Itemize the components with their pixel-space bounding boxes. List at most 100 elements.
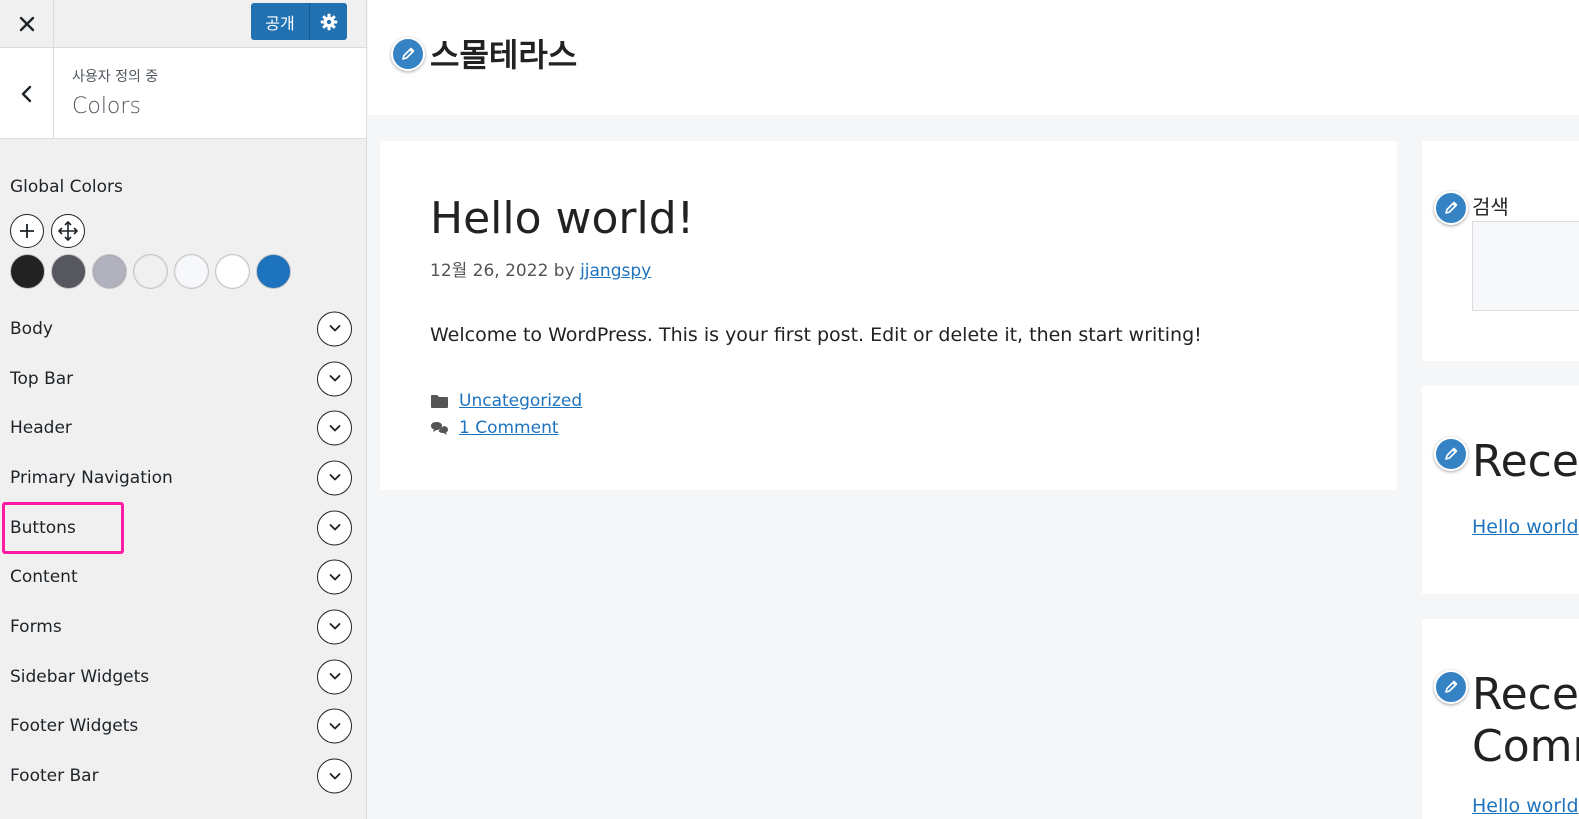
recent-posts-widget: Recen Hello world bbox=[1422, 386, 1579, 594]
color-section-row[interactable]: Body bbox=[0, 304, 366, 354]
post-content: Welcome to WordPress. This is your first… bbox=[430, 324, 1202, 346]
search-widget: 검색 bbox=[1422, 141, 1579, 361]
expand-section-button[interactable] bbox=[317, 659, 352, 695]
recent-comment-link[interactable]: Hello world bbox=[1472, 795, 1579, 817]
color-swatch[interactable] bbox=[133, 254, 168, 289]
chevron-down-icon bbox=[329, 424, 340, 432]
expand-section-button[interactable] bbox=[317, 758, 352, 794]
chevron-down-icon bbox=[329, 573, 340, 581]
post-comments-row: 1 Comment bbox=[430, 418, 559, 438]
color-swatch[interactable] bbox=[256, 254, 291, 289]
chevron-down-icon bbox=[329, 474, 340, 481]
color-section-row[interactable]: Primary Navigation bbox=[0, 453, 366, 503]
expand-section-button[interactable] bbox=[317, 559, 352, 595]
move-icon bbox=[58, 221, 78, 241]
publish-button[interactable]: 공개 bbox=[251, 3, 310, 40]
color-section-label: Primary Navigation bbox=[10, 467, 173, 488]
color-section-row[interactable]: Forms bbox=[0, 602, 366, 652]
edit-site-title-shortcut[interactable] bbox=[391, 37, 425, 71]
expand-section-button[interactable] bbox=[317, 460, 352, 496]
buttons-highlight-box bbox=[2, 502, 124, 554]
chevron-left-icon bbox=[21, 85, 31, 102]
reorder-colors-button[interactable] bbox=[51, 214, 85, 248]
plus-icon bbox=[20, 224, 34, 238]
post-author-link[interactable]: jjangspy bbox=[580, 261, 651, 281]
global-colors-tools bbox=[10, 214, 85, 248]
chevron-down-icon bbox=[329, 722, 340, 730]
recent-comments-title-line1: Recen bbox=[1472, 669, 1579, 720]
close-customizer-button[interactable] bbox=[0, 0, 54, 48]
chevron-down-icon bbox=[329, 524, 340, 531]
publish-group: 공개 bbox=[251, 3, 347, 40]
section-title: Colors bbox=[72, 94, 141, 119]
chevron-down-icon bbox=[329, 623, 340, 630]
edit-recent-comments-shortcut[interactable] bbox=[1434, 670, 1468, 704]
color-swatch[interactable] bbox=[10, 254, 45, 289]
color-section-label: Forms bbox=[10, 616, 62, 637]
post-title[interactable]: Hello world! bbox=[430, 193, 694, 244]
recent-comments-widget: Recen Comm Hello world bbox=[1422, 619, 1579, 819]
chevron-down-icon bbox=[329, 772, 340, 779]
close-icon bbox=[19, 16, 34, 32]
global-color-swatches bbox=[10, 254, 291, 289]
edit-search-widget-shortcut[interactable] bbox=[1434, 191, 1468, 225]
expand-section-button[interactable] bbox=[317, 410, 352, 446]
pencil-icon bbox=[1445, 680, 1458, 693]
pencil-icon bbox=[402, 47, 415, 60]
add-color-button[interactable] bbox=[10, 214, 44, 248]
search-input[interactable] bbox=[1472, 221, 1579, 311]
color-section-row[interactable]: Sidebar Widgets bbox=[0, 652, 366, 702]
pencil-icon bbox=[1445, 201, 1458, 214]
color-section-row[interactable]: Top Bar bbox=[0, 354, 366, 404]
color-swatch[interactable] bbox=[215, 254, 250, 289]
customizer-sidebar: 공개 사용자 정의 중 Colors Global Colors Body To… bbox=[0, 0, 367, 819]
breadcrumb: 사용자 정의 중 bbox=[72, 69, 159, 85]
folder-icon bbox=[431, 394, 448, 408]
expand-section-button[interactable] bbox=[317, 708, 352, 744]
comments-link[interactable]: 1 Comment bbox=[459, 418, 559, 438]
back-button[interactable] bbox=[0, 48, 54, 139]
color-section-label: Header bbox=[10, 418, 72, 439]
color-swatch[interactable] bbox=[92, 254, 127, 289]
global-colors-label: Global Colors bbox=[10, 177, 123, 197]
search-widget-title: 검색 bbox=[1472, 195, 1509, 219]
recent-post-link[interactable]: Hello world bbox=[1472, 516, 1579, 538]
post-category-row: Uncategorized bbox=[430, 391, 582, 411]
expand-section-button[interactable] bbox=[317, 311, 352, 347]
edit-recent-posts-shortcut[interactable] bbox=[1434, 437, 1468, 471]
comments-icon bbox=[431, 422, 448, 435]
color-section-row[interactable]: Footer Widgets bbox=[0, 702, 366, 752]
color-section-label: Body bbox=[10, 318, 53, 339]
pencil-icon bbox=[1445, 447, 1458, 460]
chevron-down-icon bbox=[329, 325, 340, 332]
expand-section-button[interactable] bbox=[317, 510, 352, 546]
gear-icon bbox=[320, 13, 337, 30]
recent-posts-title: Recen bbox=[1472, 436, 1579, 487]
color-section-label: Top Bar bbox=[10, 368, 74, 389]
chevron-down-icon bbox=[329, 673, 340, 680]
color-section-label: Sidebar Widgets bbox=[10, 666, 150, 687]
color-section-row[interactable]: Header bbox=[0, 403, 366, 453]
expand-section-button[interactable] bbox=[317, 609, 352, 645]
category-link[interactable]: Uncategorized bbox=[459, 391, 582, 411]
recent-comments-title-line2: Comm bbox=[1472, 721, 1579, 772]
site-title[interactable]: 스몰테라스 bbox=[430, 30, 577, 76]
publish-settings-button[interactable] bbox=[310, 3, 347, 40]
color-swatch[interactable] bbox=[51, 254, 86, 289]
post-card: Hello world! 12월 26, 2022 by jjangspy We… bbox=[380, 141, 1397, 490]
customizer-header: 공개 bbox=[0, 0, 366, 48]
post-meta: 12월 26, 2022 by jjangspy bbox=[430, 256, 651, 281]
chevron-down-icon bbox=[329, 375, 340, 382]
color-section-row[interactable]: Footer Bar bbox=[0, 751, 366, 801]
site-preview: 스몰테라스 Hello world! 12월 26, 2022 by jjang… bbox=[368, 0, 1579, 819]
expand-section-button[interactable] bbox=[317, 361, 352, 397]
color-section-label: Footer Bar bbox=[10, 766, 99, 787]
post-date: 12월 26, 2022 bbox=[430, 261, 549, 281]
color-swatch[interactable] bbox=[174, 254, 209, 289]
section-header: 사용자 정의 중 Colors bbox=[0, 48, 366, 139]
color-section-row[interactable]: Content bbox=[0, 552, 366, 602]
post-by: by bbox=[553, 261, 575, 281]
color-section-label: Footer Widgets bbox=[10, 716, 139, 737]
site-header: 스몰테라스 bbox=[368, 0, 1579, 115]
color-section-label: Content bbox=[10, 567, 78, 588]
